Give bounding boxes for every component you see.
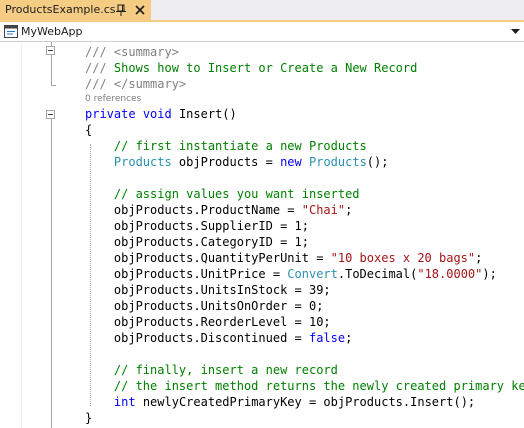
code-token: }: [85, 411, 93, 425]
outline-end: [51, 85, 56, 86]
navigation-bar[interactable]: MyWebApp: [0, 22, 524, 42]
code-token: objProducts.Discontinued =: [85, 331, 309, 345]
code-token: // first instantiate a new Products: [85, 139, 367, 153]
code-token: ;: [475, 251, 483, 265]
code-line: objProducts.ProductName = "Chai";: [85, 202, 352, 218]
code-token: objProducts.SupplierID = 1;: [85, 219, 309, 233]
code-token: private: [85, 107, 136, 121]
code-line: Products objProducts = new Products();: [85, 154, 389, 170]
code-token: );: [482, 267, 497, 281]
code-line: private void Insert(): [85, 106, 237, 122]
code-token: objProducts.QuantityPerUnit =: [85, 251, 331, 265]
code-token: new: [280, 155, 302, 169]
tab-title: ProductsExample.cs: [5, 3, 116, 16]
code-token: objProducts.CategoryID = 1;: [85, 235, 309, 249]
code-token: Convert: [287, 267, 338, 281]
code-line: /// Shows how to Insert or Create a New …: [85, 60, 417, 76]
close-icon[interactable]: [133, 2, 147, 18]
code-line: /// <summary>: [85, 44, 179, 60]
code-token: ///: [85, 61, 114, 75]
outline-line: [51, 119, 52, 428]
pin-icon[interactable]: [114, 2, 128, 18]
document-tab-strip: ProductsExample.cs: [0, 0, 524, 22]
code-token: "10 boxes x 20 bags": [330, 251, 476, 265]
code-line: /// </summary>: [85, 76, 186, 92]
code-line: // the insert method returns the newly c…: [85, 378, 524, 394]
code-editor[interactable]: 0 references /// <summary> /// Shows how…: [0, 42, 524, 428]
code-line: {: [85, 122, 92, 138]
code-token: objProducts.UnitsInStock = 39;: [85, 283, 331, 297]
code-line: // assign values you want inserted: [85, 186, 360, 202]
code-token: ;: [345, 203, 353, 217]
code-token: "18.0000": [417, 267, 483, 281]
code-token: ///: [85, 45, 114, 59]
outline-line: [51, 55, 52, 86]
margin-divider: [21, 42, 22, 428]
code-token: void: [142, 107, 172, 121]
code-token: "Chai": [301, 203, 346, 217]
code-token: objProducts.ReorderLevel = 10;: [85, 315, 331, 329]
code-token: Products: [113, 155, 172, 169]
code-lines: /// <summary> /// Shows how to Insert or…: [85, 42, 524, 425]
code-token: Insert(): [171, 107, 237, 121]
collapse-summary-icon[interactable]: [46, 46, 55, 55]
code-line: objProducts.UnitPrice = Convert.ToDecima…: [85, 266, 497, 282]
code-token: objProducts =: [171, 155, 281, 169]
code-token: </summary>: [113, 77, 187, 91]
code-line: // finally, insert a new record: [85, 362, 338, 378]
code-token: <summary>: [113, 45, 179, 59]
code-token: Products: [309, 155, 367, 169]
code-token: false: [308, 331, 346, 345]
code-line: objProducts.QuantityPerUnit = "10 boxes …: [85, 250, 482, 266]
code-line: // first instantiate a new Products: [85, 138, 367, 154]
code-line: objProducts.UnitsInStock = 39;: [85, 282, 331, 298]
code-token: Shows how to Insert or Create a New Reco…: [113, 61, 418, 75]
code-token: ;: [345, 331, 353, 345]
editor-margin: [0, 42, 22, 428]
code-token: .ToDecimal(: [337, 267, 418, 281]
code-token: // finally, insert a new record: [85, 363, 338, 377]
code-token: int: [113, 395, 136, 409]
code-token: // the insert method returns the newly c…: [85, 379, 524, 393]
code-token: objProducts.ProductName =: [85, 203, 302, 217]
collapse-method-icon[interactable]: [46, 110, 55, 119]
code-token: newlyCreatedPrimaryKey = objProducts.Ins…: [135, 395, 476, 409]
code-token: objProducts.UnitPrice =: [85, 267, 288, 281]
code-line: }: [85, 410, 92, 426]
code-line: objProducts.ReorderLevel = 10;: [85, 314, 331, 330]
project-name: MyWebApp: [21, 25, 83, 38]
chevron-down-icon[interactable]: [511, 28, 520, 35]
code-token: // assign values you want inserted: [85, 187, 360, 201]
tab-products-example[interactable]: ProductsExample.cs: [0, 0, 151, 20]
code-line: objProducts.CategoryID = 1;: [85, 234, 309, 250]
code-line: objProducts.SupplierID = 1;: [85, 218, 309, 234]
code-token: ();: [366, 155, 389, 169]
code-token: objProducts.UnitsOnOrder = 0;: [85, 299, 324, 313]
code-line: int newlyCreatedPrimaryKey = objProducts…: [85, 394, 475, 410]
code-line: objProducts.UnitsOnOrder = 0;: [85, 298, 324, 314]
code-token: {: [85, 123, 93, 137]
code-token: ///: [85, 77, 114, 91]
csharp-project-icon: [4, 25, 18, 38]
code-line: objProducts.Discontinued = false;: [85, 330, 352, 346]
